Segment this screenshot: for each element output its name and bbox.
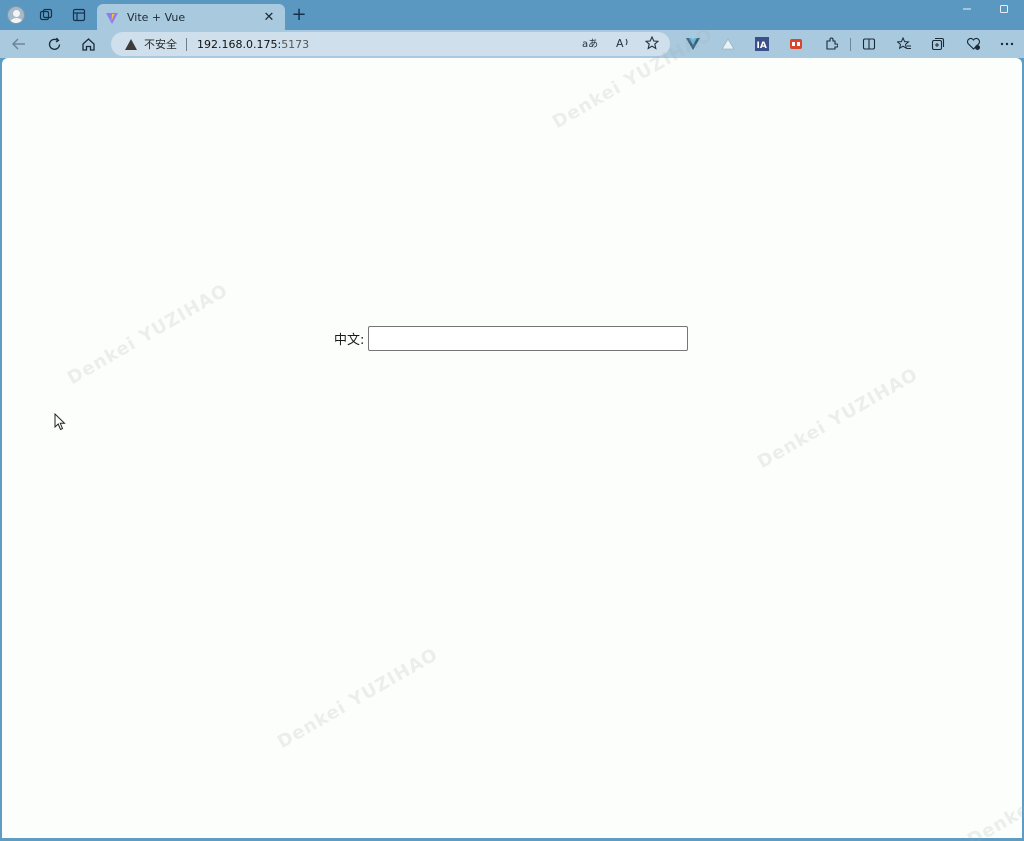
svg-text:A: A xyxy=(616,37,624,50)
chinese-input-row: 中文: xyxy=(334,326,689,351)
tab-vite-vue[interactable]: Vite + Vue ✕ xyxy=(97,4,285,30)
address-separator xyxy=(186,37,187,51)
insecure-label: 不安全 xyxy=(144,38,177,51)
red-extension-icon[interactable] xyxy=(787,35,805,53)
workspaces-icon xyxy=(39,8,53,21)
minimize-button[interactable] xyxy=(953,2,981,20)
chinese-input[interactable] xyxy=(368,326,689,351)
favorite-star-icon[interactable] xyxy=(643,35,661,52)
more-menu-icon[interactable] xyxy=(998,35,1016,53)
new-tab-button[interactable]: + xyxy=(290,5,308,25)
translate-icon[interactable]: aあ xyxy=(581,36,599,52)
profile-icon xyxy=(7,6,25,24)
refresh-button[interactable] xyxy=(43,33,65,55)
mountain-extension-icon[interactable] xyxy=(719,35,737,53)
favorites-icon[interactable] xyxy=(895,35,913,53)
toolbar-divider xyxy=(850,38,851,51)
watermark: Denkei YUZIHAO xyxy=(273,643,442,754)
tab-actions-button[interactable] xyxy=(67,4,91,26)
ia-extension-icon[interactable]: IA xyxy=(753,35,771,53)
vite-favicon-icon xyxy=(105,10,119,24)
url-host: 192.168.0.175: xyxy=(197,37,282,51)
watermark: Denkei YUZIHAO xyxy=(963,742,1024,841)
page-viewport: Denkei YUZIHAO Denkei YUZIHAO Denkei YUZ… xyxy=(2,24,1024,841)
warning-icon xyxy=(125,38,137,50)
url-port: 5173 xyxy=(281,37,310,51)
svg-text:IA: IA xyxy=(757,41,767,51)
extensions-puzzle-icon[interactable] xyxy=(822,35,840,53)
refresh-icon xyxy=(48,37,60,50)
workspaces-button[interactable] xyxy=(34,4,58,26)
close-icon[interactable]: ✕ xyxy=(261,10,277,25)
profile-button[interactable] xyxy=(4,4,28,26)
maximize-button[interactable] xyxy=(990,2,1018,20)
browser-toolbar: 不安全 192.168.0.175: 5173 aあ A IA xyxy=(0,30,1024,58)
maximize-icon xyxy=(1000,5,1008,13)
performance-icon[interactable] xyxy=(964,35,982,53)
read-aloud-icon[interactable]: A xyxy=(614,36,632,52)
title-bar: Vite + Vue ✕ + xyxy=(0,0,1024,30)
address-bar[interactable]: 不安全 192.168.0.175: 5173 aあ A xyxy=(111,32,670,56)
tab-actions-icon xyxy=(72,8,86,22)
svg-text:aあ: aあ xyxy=(582,38,598,50)
back-arrow-icon xyxy=(12,38,25,50)
split-screen-icon[interactable] xyxy=(860,35,878,53)
home-button[interactable] xyxy=(77,33,99,55)
tab-title: Vite + Vue xyxy=(127,10,186,24)
chinese-input-label: 中文: xyxy=(334,333,365,348)
back-button[interactable] xyxy=(8,33,30,55)
home-icon xyxy=(81,37,95,51)
collections-icon[interactable] xyxy=(929,35,947,53)
mouse-cursor-icon xyxy=(54,413,66,431)
minimize-icon xyxy=(963,8,971,10)
watermark: Denkei YUZIHAO xyxy=(63,279,232,390)
watermark: Denkei YUZIHAO xyxy=(753,363,922,474)
